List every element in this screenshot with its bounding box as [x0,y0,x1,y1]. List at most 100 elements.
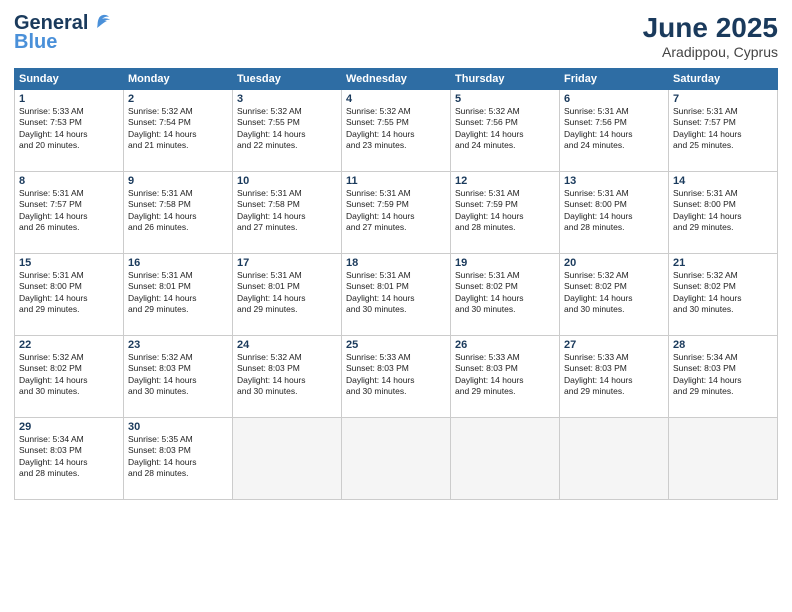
calendar-cell-w4-d0: 29Sunrise: 5:34 AMSunset: 8:03 PMDayligh… [15,418,124,500]
calendar-cell-w2-d6: 21Sunrise: 5:32 AMSunset: 8:02 PMDayligh… [669,254,778,336]
location-subtitle: Aradippou, Cyprus [643,44,778,60]
cell-info: Sunrise: 5:31 AMSunset: 7:58 PMDaylight:… [237,188,337,234]
day-number: 7 [673,93,773,105]
cell-info: Sunrise: 5:32 AMSunset: 8:03 PMDaylight:… [237,352,337,398]
calendar-cell-w4-d2 [233,418,342,500]
day-number: 25 [346,339,446,351]
day-number: 24 [237,339,337,351]
calendar-cell-w2-d0: 15Sunrise: 5:31 AMSunset: 8:00 PMDayligh… [15,254,124,336]
day-number: 1 [19,93,119,105]
cell-info: Sunrise: 5:33 AMSunset: 8:03 PMDaylight:… [564,352,664,398]
page: General Blue June 2025 Aradippou, Cyprus… [0,0,792,612]
cell-info: Sunrise: 5:32 AMSunset: 8:02 PMDaylight:… [673,270,773,316]
day-number: 20 [564,257,664,269]
calendar-cell-w2-d4: 19Sunrise: 5:31 AMSunset: 8:02 PMDayligh… [451,254,560,336]
day-number: 12 [455,175,555,187]
day-number: 23 [128,339,228,351]
calendar-cell-w3-d0: 22Sunrise: 5:32 AMSunset: 8:02 PMDayligh… [15,336,124,418]
cell-info: Sunrise: 5:32 AMSunset: 8:03 PMDaylight:… [128,352,228,398]
calendar-week-1: 8Sunrise: 5:31 AMSunset: 7:57 PMDaylight… [15,172,778,254]
calendar-cell-w3-d3: 25Sunrise: 5:33 AMSunset: 8:03 PMDayligh… [342,336,451,418]
day-number: 13 [564,175,664,187]
day-number: 10 [237,175,337,187]
day-number: 15 [19,257,119,269]
cell-info: Sunrise: 5:31 AMSunset: 8:00 PMDaylight:… [673,188,773,234]
calendar-cell-w2-d2: 17Sunrise: 5:31 AMSunset: 8:01 PMDayligh… [233,254,342,336]
day-number: 8 [19,175,119,187]
calendar-cell-w1-d5: 13Sunrise: 5:31 AMSunset: 8:00 PMDayligh… [560,172,669,254]
day-number: 14 [673,175,773,187]
month-title: June 2025 [643,12,778,44]
calendar-cell-w2-d3: 18Sunrise: 5:31 AMSunset: 8:01 PMDayligh… [342,254,451,336]
cell-info: Sunrise: 5:31 AMSunset: 7:56 PMDaylight:… [564,106,664,152]
cell-info: Sunrise: 5:31 AMSunset: 7:58 PMDaylight:… [128,188,228,234]
cell-info: Sunrise: 5:33 AMSunset: 8:03 PMDaylight:… [346,352,446,398]
cell-info: Sunrise: 5:31 AMSunset: 8:00 PMDaylight:… [19,270,119,316]
calendar-week-4: 29Sunrise: 5:34 AMSunset: 8:03 PMDayligh… [15,418,778,500]
day-number: 9 [128,175,228,187]
calendar-cell-w3-d5: 27Sunrise: 5:33 AMSunset: 8:03 PMDayligh… [560,336,669,418]
calendar-cell-w3-d4: 26Sunrise: 5:33 AMSunset: 8:03 PMDayligh… [451,336,560,418]
col-thursday: Thursday [451,69,560,90]
day-number: 5 [455,93,555,105]
cell-info: Sunrise: 5:32 AMSunset: 7:56 PMDaylight:… [455,106,555,152]
col-monday: Monday [124,69,233,90]
cell-info: Sunrise: 5:31 AMSunset: 8:00 PMDaylight:… [564,188,664,234]
col-wednesday: Wednesday [342,69,451,90]
cell-info: Sunrise: 5:31 AMSunset: 7:57 PMDaylight:… [673,106,773,152]
col-friday: Friday [560,69,669,90]
calendar-cell-w2-d1: 16Sunrise: 5:31 AMSunset: 8:01 PMDayligh… [124,254,233,336]
cell-info: Sunrise: 5:32 AMSunset: 8:02 PMDaylight:… [564,270,664,316]
cell-info: Sunrise: 5:31 AMSunset: 7:59 PMDaylight:… [455,188,555,234]
cell-info: Sunrise: 5:32 AMSunset: 7:54 PMDaylight:… [128,106,228,152]
day-number: 4 [346,93,446,105]
cell-info: Sunrise: 5:34 AMSunset: 8:03 PMDaylight:… [673,352,773,398]
calendar-cell-w1-d6: 14Sunrise: 5:31 AMSunset: 8:00 PMDayligh… [669,172,778,254]
cell-info: Sunrise: 5:32 AMSunset: 8:02 PMDaylight:… [19,352,119,398]
calendar-week-3: 22Sunrise: 5:32 AMSunset: 8:02 PMDayligh… [15,336,778,418]
logo-bird-icon [89,14,111,32]
calendar-cell-w1-d1: 9Sunrise: 5:31 AMSunset: 7:58 PMDaylight… [124,172,233,254]
calendar-cell-w0-d0: 1Sunrise: 5:33 AMSunset: 7:53 PMDaylight… [15,90,124,172]
cell-info: Sunrise: 5:33 AMSunset: 8:03 PMDaylight:… [455,352,555,398]
calendar-cell-w1-d0: 8Sunrise: 5:31 AMSunset: 7:57 PMDaylight… [15,172,124,254]
cell-info: Sunrise: 5:33 AMSunset: 7:53 PMDaylight:… [19,106,119,152]
col-tuesday: Tuesday [233,69,342,90]
calendar-cell-w0-d3: 4Sunrise: 5:32 AMSunset: 7:55 PMDaylight… [342,90,451,172]
calendar-cell-w4-d1: 30Sunrise: 5:35 AMSunset: 8:03 PMDayligh… [124,418,233,500]
calendar-cell-w1-d3: 11Sunrise: 5:31 AMSunset: 7:59 PMDayligh… [342,172,451,254]
cell-info: Sunrise: 5:32 AMSunset: 7:55 PMDaylight:… [346,106,446,152]
col-sunday: Sunday [15,69,124,90]
calendar-cell-w4-d6 [669,418,778,500]
day-number: 3 [237,93,337,105]
cell-info: Sunrise: 5:31 AMSunset: 8:01 PMDaylight:… [128,270,228,316]
title-section: June 2025 Aradippou, Cyprus [643,12,778,60]
calendar-week-2: 15Sunrise: 5:31 AMSunset: 8:00 PMDayligh… [15,254,778,336]
day-number: 30 [128,421,228,433]
day-number: 22 [19,339,119,351]
day-number: 28 [673,339,773,351]
logo: General Blue [14,12,111,54]
calendar-cell-w4-d4 [451,418,560,500]
cell-info: Sunrise: 5:31 AMSunset: 8:02 PMDaylight:… [455,270,555,316]
calendar-cell-w3-d2: 24Sunrise: 5:32 AMSunset: 8:03 PMDayligh… [233,336,342,418]
day-number: 16 [128,257,228,269]
day-number: 21 [673,257,773,269]
calendar-cell-w2-d5: 20Sunrise: 5:32 AMSunset: 8:02 PMDayligh… [560,254,669,336]
calendar-cell-w0-d1: 2Sunrise: 5:32 AMSunset: 7:54 PMDaylight… [124,90,233,172]
day-number: 29 [19,421,119,433]
cell-info: Sunrise: 5:31 AMSunset: 7:57 PMDaylight:… [19,188,119,234]
col-saturday: Saturday [669,69,778,90]
calendar-cell-w0-d6: 7Sunrise: 5:31 AMSunset: 7:57 PMDaylight… [669,90,778,172]
calendar-cell-w0-d4: 5Sunrise: 5:32 AMSunset: 7:56 PMDaylight… [451,90,560,172]
calendar-cell-w1-d2: 10Sunrise: 5:31 AMSunset: 7:58 PMDayligh… [233,172,342,254]
calendar-cell-w0-d5: 6Sunrise: 5:31 AMSunset: 7:56 PMDaylight… [560,90,669,172]
day-number: 19 [455,257,555,269]
day-number: 11 [346,175,446,187]
header: General Blue June 2025 Aradippou, Cyprus [14,12,778,60]
calendar-week-0: 1Sunrise: 5:33 AMSunset: 7:53 PMDaylight… [15,90,778,172]
day-number: 6 [564,93,664,105]
day-number: 27 [564,339,664,351]
calendar-cell-w4-d5 [560,418,669,500]
day-number: 2 [128,93,228,105]
